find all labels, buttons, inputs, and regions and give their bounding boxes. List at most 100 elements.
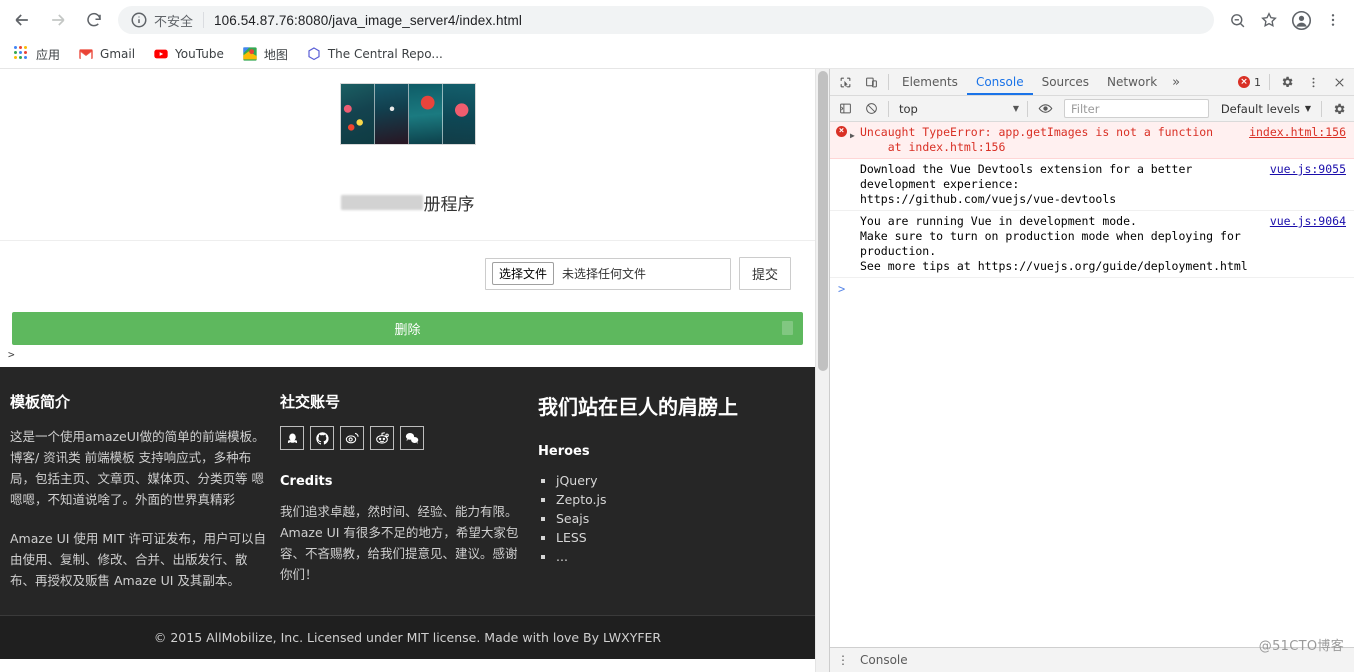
bookmark-item-maps[interactable]: 地图: [234, 42, 296, 66]
chrome-menu-button[interactable]: [1318, 5, 1348, 35]
expand-arrow-icon[interactable]: ▶: [850, 125, 860, 143]
page-scrollbar[interactable]: [815, 69, 829, 672]
copyright-text: © 2015 AllMobilize, Inc. Licensed under …: [153, 630, 662, 645]
social-link-qq[interactable]: [280, 426, 304, 450]
footer-copyright: © 2015 AllMobilize, Inc. Licensed under …: [0, 615, 815, 659]
redacted-title-block: [340, 195, 423, 210]
thumbnail-cell: [340, 84, 375, 144]
divider: [1027, 100, 1028, 117]
divider: [888, 74, 889, 90]
page-title-suffix: 册程序: [423, 195, 475, 215]
console-prompt[interactable]: >: [830, 278, 1354, 300]
tab-sources[interactable]: Sources: [1033, 70, 1098, 95]
social-link-reddit[interactable]: [370, 426, 394, 450]
reddit-icon: [376, 432, 389, 444]
console-message-source[interactable]: vue.js:9055: [1270, 162, 1346, 177]
youtube-icon: [154, 49, 168, 59]
security-label: 不安全: [154, 14, 194, 30]
omnibox-divider: [203, 12, 205, 28]
delete-button[interactable]: 删除: [12, 312, 803, 345]
zoom-out-button[interactable]: [1222, 5, 1252, 35]
page-scrollbar-thumb[interactable]: [818, 71, 828, 371]
footer-template-paragraph-1: 这是一个使用amazeUI做的简单的前端模板。 博客/ 资讯类 前端模板 支持响…: [10, 429, 265, 507]
thumbnail-cell: [442, 84, 475, 144]
console-filter-input[interactable]: Filter: [1064, 99, 1209, 118]
social-link-github[interactable]: [310, 426, 334, 450]
more-tabs-button[interactable]: »: [1166, 75, 1186, 90]
list-item: LESS: [556, 528, 805, 547]
forward-button[interactable]: [42, 4, 74, 36]
tab-elements[interactable]: Elements: [893, 70, 967, 95]
live-expression-eye-icon: [1038, 104, 1052, 113]
file-status-text: 未选择任何文件: [562, 267, 647, 281]
submit-button[interactable]: 提交: [738, 257, 791, 290]
console-filter-bar: top ▼ Filter Default levels ▼: [830, 96, 1354, 122]
devtools-close-button[interactable]: [1326, 70, 1352, 94]
bookmark-item-apps[interactable]: 应用: [6, 42, 68, 66]
gmail-icon: [79, 49, 93, 59]
console-message-source[interactable]: vue.js:9064: [1270, 214, 1346, 229]
github-icon: [315, 431, 329, 444]
bookmarks-bar: 应用 Gmail YouTube 地图 The Central Repo...: [0, 40, 1354, 69]
reload-icon: [87, 12, 101, 27]
console-message-info[interactable]: You are running Vue in development mode.…: [830, 211, 1354, 278]
console-message-error[interactable]: × ▶ Uncaught TypeError: app.getImages is…: [830, 122, 1354, 159]
tab-console[interactable]: Console: [966, 70, 1033, 95]
devtools-menu-button[interactable]: [1300, 70, 1326, 94]
choose-file-button[interactable]: 选择文件: [491, 262, 554, 285]
console-prompt-symbol: >: [838, 282, 846, 296]
drawer-menu-icon[interactable]: ⋮: [834, 653, 852, 667]
console-sidebar-icon: [839, 103, 851, 114]
bookmark-label: 地图: [263, 47, 288, 62]
console-message-list[interactable]: × ▶ Uncaught TypeError: app.getImages is…: [830, 122, 1354, 647]
error-badge: ×: [836, 125, 850, 137]
address-bar[interactable]: 不安全 106.54.87.76:8080/java_image_server4…: [118, 6, 1214, 34]
social-link-weibo[interactable]: [340, 426, 364, 450]
console-levels-value: Default levels: [1220, 101, 1300, 116]
console-message-info[interactable]: Download the Vue Devtools extension for …: [830, 159, 1354, 211]
error-count-badge[interactable]: × 1: [1238, 76, 1261, 89]
web-page-content: 册程序 选择文件 未选择任何文件 提交 删除 > 模板简介 这是一个使用amaz…: [0, 69, 815, 672]
clear-console-button[interactable]: [858, 97, 884, 121]
bookmark-item-central-repo[interactable]: The Central Repo...: [298, 42, 451, 66]
console-sidebar-button[interactable]: [832, 97, 858, 121]
console-message-text: You are running Vue in development mode.…: [860, 214, 1248, 273]
message-indent: [850, 162, 860, 165]
console-levels-select[interactable]: Default levels ▼: [1215, 102, 1317, 116]
footer-credits-heading: Credits: [280, 474, 333, 489]
footer-columns: 模板简介 这是一个使用amazeUI做的简单的前端模板。 博客/ 资讯类 前端模…: [0, 391, 815, 591]
footer-heroes-subheading: Heroes: [538, 444, 590, 459]
file-input[interactable]: 选择文件 未选择任何文件: [484, 257, 731, 290]
gear-icon: [1282, 76, 1293, 88]
image-strip-thumbnail[interactable]: [339, 83, 476, 145]
console-message-source[interactable]: index.html:156: [1249, 125, 1346, 140]
inspect-element-button[interactable]: [832, 70, 858, 94]
bookmark-item-gmail[interactable]: Gmail: [70, 42, 143, 66]
info-circle-icon[interactable]: [130, 11, 148, 29]
profile-button[interactable]: [1286, 5, 1316, 35]
reload-button[interactable]: [78, 4, 110, 36]
devtools-settings-button[interactable]: [1274, 70, 1300, 94]
devtools-tabbar: Elements Console Sources Network » × 1: [830, 69, 1354, 96]
bookmark-label: The Central Repo...: [327, 47, 443, 61]
browser-toolbar: 不安全 106.54.87.76:8080/java_image_server4…: [0, 0, 1354, 40]
delete-bar-marker: [782, 321, 793, 335]
list-item: jQuery: [556, 471, 805, 490]
page-title: 册程序: [0, 190, 815, 216]
list-item: Seajs: [556, 509, 805, 528]
console-settings-button[interactable]: [1326, 97, 1352, 121]
bookmark-item-youtube[interactable]: YouTube: [145, 42, 232, 66]
tab-network[interactable]: Network: [1098, 70, 1166, 95]
social-icons-row: [280, 426, 528, 450]
live-expression-button[interactable]: [1032, 97, 1058, 121]
upload-form: 选择文件 未选择任何文件 提交: [0, 241, 815, 304]
device-toolbar-button[interactable]: [858, 70, 884, 94]
console-context-select[interactable]: top ▼: [895, 99, 1023, 118]
error-count-label: 1: [1254, 75, 1261, 89]
social-link-wechat[interactable]: [400, 426, 424, 450]
back-button[interactable]: [6, 4, 38, 36]
drawer-tab-console[interactable]: Console: [852, 653, 916, 667]
kebab-menu-icon: [1331, 14, 1335, 26]
inspect-element-icon: [840, 77, 850, 87]
bookmark-star-button[interactable]: [1254, 5, 1284, 35]
